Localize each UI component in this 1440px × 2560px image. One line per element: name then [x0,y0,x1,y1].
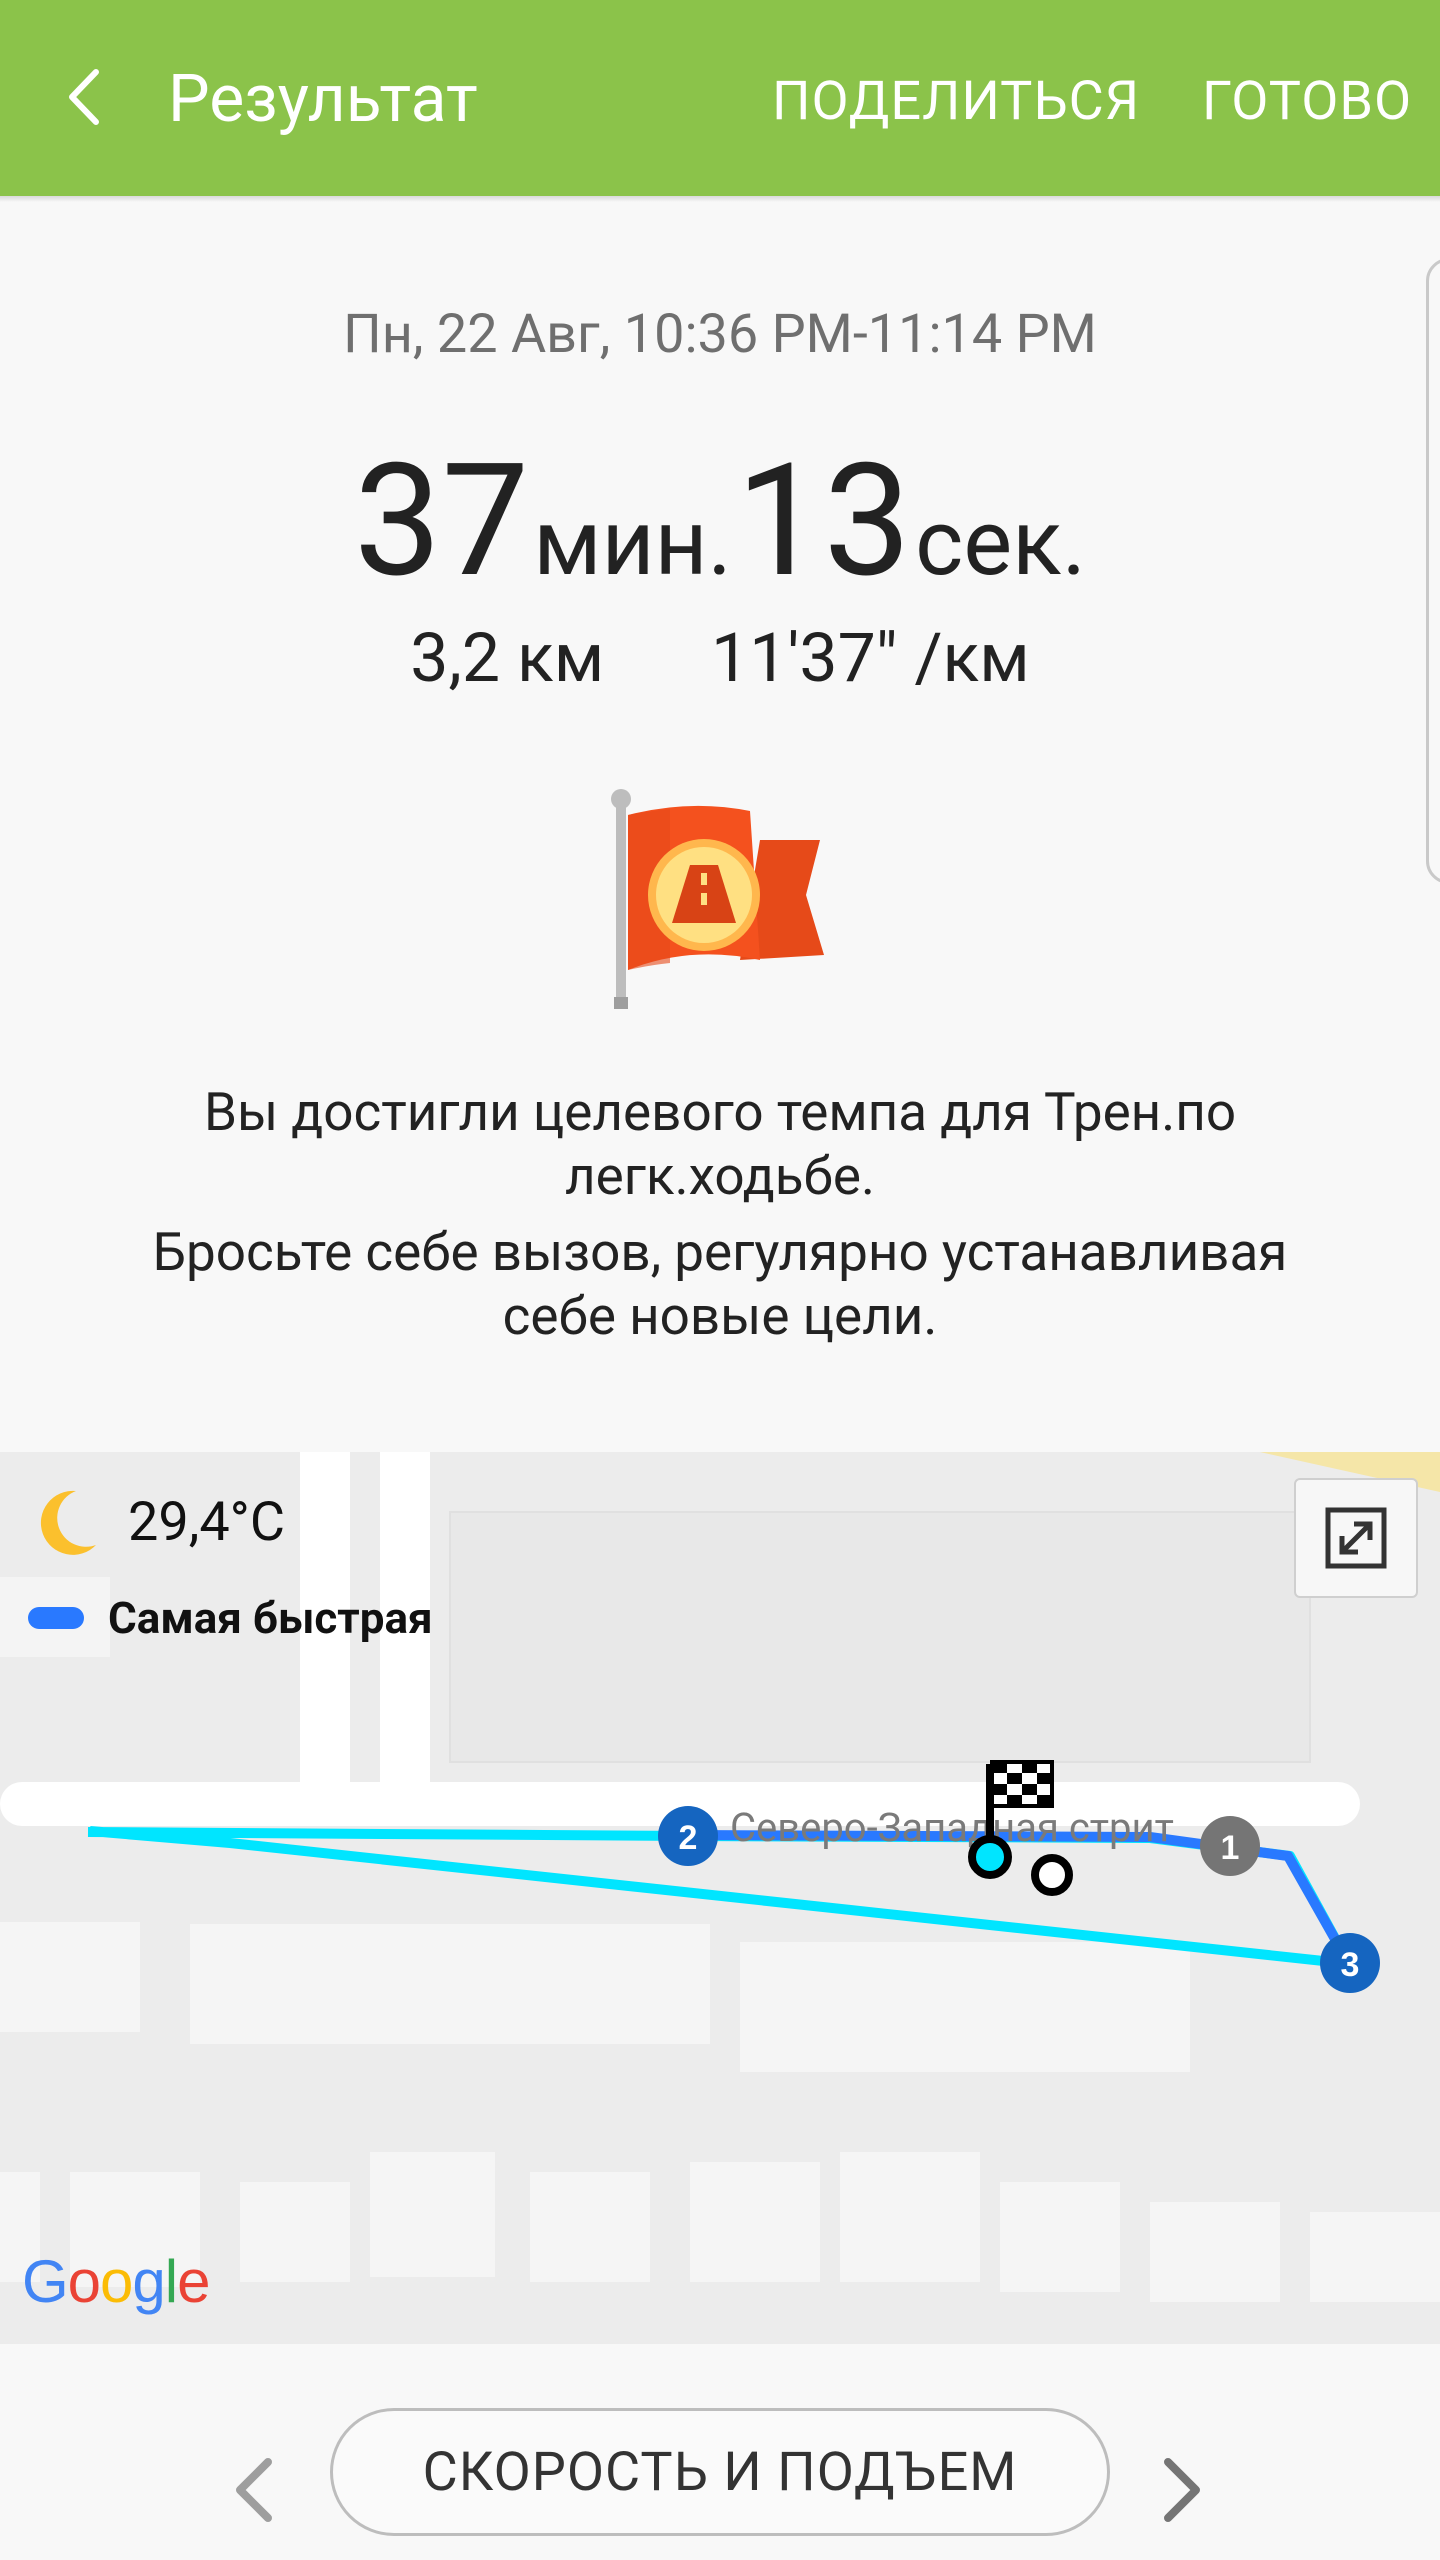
route-marker-2[interactable]: 2 [658,1806,718,1866]
next-chevron-icon[interactable] [1152,2450,1212,2530]
back-arrow-icon[interactable] [52,62,122,132]
previous-chevron-icon[interactable] [224,2450,284,2530]
achievement-message: Вы достигли целевого темпа для Трен.по л… [90,1080,1350,1348]
google-logo: Google [22,2248,211,2315]
route-marker-3[interactable]: 3 [1320,1933,1380,1993]
workout-stats: 3,2 км 11'37" /км [0,618,1440,698]
svg-text:1: 1 [1221,1829,1240,1867]
achievement-message-line1: Вы достигли целевого темпа для Трен.по л… [203,1081,1237,1207]
route-markers: 2 1 3 [658,1760,1380,1993]
share-button[interactable]: ПОДЕЛИТЬСЯ [772,66,1140,138]
route-marker-1[interactable]: 1 [1200,1816,1260,1876]
duration-seconds: 13 [735,430,912,613]
duration-seconds-unit: сек. [915,490,1087,597]
done-button[interactable]: ГОТОВО [1202,66,1412,138]
achievement-flag-icon [611,789,824,1009]
app-bar-shadow [0,196,1440,202]
end-point-marker [968,1835,1012,1879]
svg-text:2: 2 [679,1819,698,1857]
duration-minutes-unit: мин. [533,490,732,597]
bottom-navigation: СКОРОСТЬ И ПОДЪЕМ [0,2344,1440,2560]
distance-value: 3,2 км [410,618,605,698]
route-map[interactable]: 29,4°C Самая быстрая Северо-Западная стр… [0,1452,1440,2344]
achievement-message-line2: Бросьте себе вызов, регулярно устанавлив… [152,1221,1288,1347]
app-bar: Результат ПОДЕЛИТЬСЯ ГОТОВО [0,0,1440,196]
workout-date: Пн, 22 Авг, 10:36 PM-11:14 PM [343,303,1097,366]
page-title: Результат [168,61,478,138]
duration-minutes: 37 [353,430,530,613]
pace-value: 11'37" /км [711,618,1030,698]
start-point-marker [1031,1854,1073,1896]
svg-text:3: 3 [1341,1946,1360,1984]
speed-elevation-button[interactable]: СКОРОСТЬ И ПОДЪЕМ [330,2408,1110,2536]
workout-duration: 37 мин. 13 сек. [0,430,1440,613]
